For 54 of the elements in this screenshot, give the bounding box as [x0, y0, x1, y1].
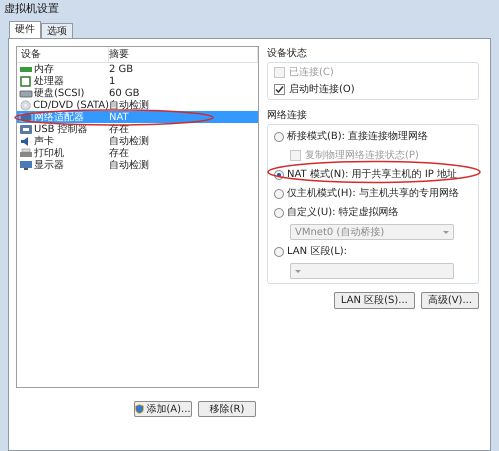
dialog-button[interactable]: 高级(V)...	[420, 292, 479, 309]
dialog-button[interactable]: LAN 区段(S)...	[334, 292, 415, 309]
device-row[interactable]: 内存 2 GB	[17, 63, 258, 75]
add-button[interactable]: 添加(A)...	[134, 401, 192, 417]
dropdown-arrow-icon	[295, 270, 301, 272]
radio-button[interactable]	[274, 208, 284, 218]
device-row[interactable]: 显示器 自动检测	[17, 159, 258, 171]
device-name: 硬盘(SCSI)	[34, 86, 84, 100]
radio-button[interactable]	[274, 246, 284, 256]
device-row[interactable]: 硬盘(SCSI) 60 GB	[17, 87, 258, 99]
radio-button[interactable]	[274, 132, 284, 142]
disc-icon	[19, 100, 32, 110]
monitor-icon	[19, 160, 33, 170]
dropdown-arrow-icon	[443, 230, 449, 234]
device-summary: 自动检测	[109, 98, 149, 112]
device-summary: 1	[109, 74, 116, 88]
device-name: 处理器	[34, 74, 64, 88]
device-summary: 2 GB	[109, 62, 134, 76]
device-row[interactable]: 处理器 1	[17, 75, 258, 87]
device-summary: 60 GB	[109, 86, 140, 100]
device-summary: 自动检测	[109, 158, 149, 172]
column-header[interactable]: 摘要	[109, 47, 258, 62]
device-name: 显示器	[34, 158, 64, 172]
radio-label: 仅主机模式(H): 与主机共享的专用网络	[287, 186, 459, 201]
device-name: 打印机	[34, 146, 64, 160]
tab[interactable]: 选项	[41, 23, 73, 38]
checkbox-label: 启动时连接(O)	[289, 82, 355, 97]
remove-button[interactable]: 移除(R)	[198, 401, 256, 417]
device-name: 内存	[34, 62, 54, 76]
window-title: 虚拟机设置	[3, 0, 60, 17]
group-title: 网络连接	[267, 108, 308, 123]
usb-icon	[19, 124, 33, 134]
radio-label: LAN 区段(L):	[287, 245, 348, 259]
device-summary: 存在	[109, 146, 129, 160]
checkbox-label: 已连接(C)	[289, 66, 334, 80]
device-name: CD/DVD (SATA)	[33, 98, 109, 112]
device-summary: 自动检测	[109, 134, 149, 148]
device-name: 声卡	[34, 134, 54, 148]
dropdown-value: VMnet0 (自动桥接)	[295, 226, 384, 240]
device-row[interactable]: CD/DVD (SATA)自动检测	[17, 99, 258, 111]
radio-label: 自定义(U): 特定虚拟网络	[287, 206, 399, 220]
radio-label: 桥接模式(B): 直接连接物理网络	[287, 130, 428, 144]
group-title: 设备状态	[267, 46, 308, 61]
column-header[interactable]: 设备	[17, 47, 109, 62]
tab[interactable]: 硬件	[9, 21, 41, 38]
printer-icon	[19, 148, 33, 158]
processor-icon	[19, 76, 33, 86]
device-row[interactable]: 声卡 自动检测	[17, 135, 258, 147]
device-summary: NAT	[109, 110, 129, 124]
device-row[interactable]: 打印机 存在	[17, 147, 258, 159]
checkbox[interactable]	[274, 84, 285, 95]
radio-button[interactable]	[274, 188, 284, 198]
radio-label: NAT 模式(N): 用于共享主机的 IP 地址	[287, 168, 457, 182]
checkbox-label: 复制物理网络连接状态(P)	[305, 148, 419, 163]
